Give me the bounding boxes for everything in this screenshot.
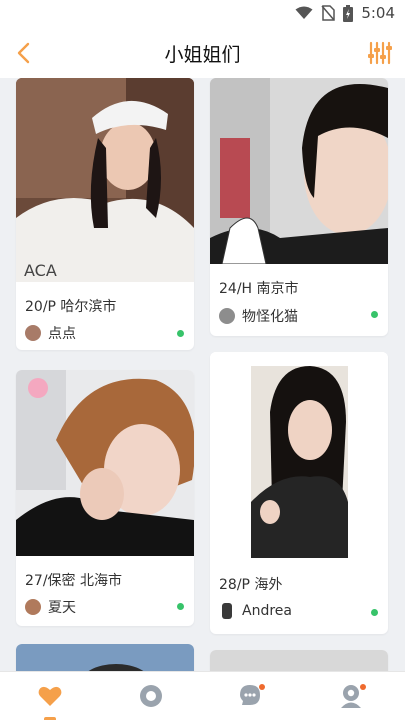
status-time: 5:04 xyxy=(361,4,395,22)
profile-meta: 28/P 海外 xyxy=(219,577,283,593)
svg-text:ACA: ACA xyxy=(24,261,57,280)
profile-photo xyxy=(210,78,388,264)
bottom-tab-bar xyxy=(0,671,405,720)
avatar xyxy=(25,599,41,615)
profile-username: 物怪化猫 xyxy=(242,309,298,325)
status-bar: 5:04 xyxy=(0,0,405,28)
profile-card[interactable]: ACA 20/P 哈尔滨市 点点 xyxy=(16,78,194,350)
profile-meta: 24/H 南京市 xyxy=(219,281,299,297)
profile-username: 点点 xyxy=(48,326,76,342)
profile-photo: ACA xyxy=(16,78,194,282)
heart-icon xyxy=(38,686,62,706)
profile-icon xyxy=(341,684,366,708)
profile-photo xyxy=(16,644,194,672)
profile-card[interactable]: 24/H 南京市 物怪化猫 xyxy=(210,78,388,336)
profile-card[interactable] xyxy=(16,644,194,672)
tab-messages[interactable] xyxy=(232,680,272,712)
notification-badge xyxy=(259,684,265,690)
sliders-icon xyxy=(368,41,392,65)
notification-badge xyxy=(360,684,366,690)
online-status-dot xyxy=(371,311,378,318)
profile-card[interactable] xyxy=(210,650,388,672)
profile-card[interactable]: 28/P 海外 Andrea xyxy=(210,352,388,634)
profile-username: Andrea xyxy=(242,603,292,619)
wifi-icon xyxy=(295,6,313,19)
tab-home[interactable] xyxy=(30,680,70,712)
profile-username: 夏天 xyxy=(48,600,76,616)
profile-meta: 20/P 哈尔滨市 xyxy=(25,299,117,315)
app-header: 小姐姐们 xyxy=(0,28,405,78)
online-status-dot xyxy=(177,603,184,610)
profile-user[interactable]: 夏天 xyxy=(25,597,76,617)
profile-photo xyxy=(16,370,194,556)
status-icons: 5:04 xyxy=(295,4,395,22)
profile-card[interactable]: 27/保密 北海市 夏天 xyxy=(16,370,194,626)
avatar xyxy=(219,308,235,324)
profile-feed[interactable]: ACA 20/P 哈尔滨市 点点 24/H 南京市 物怪化猫 27/保密 北海市… xyxy=(0,78,405,672)
filter-button[interactable] xyxy=(363,36,397,70)
profile-user[interactable]: Andrea xyxy=(219,603,292,619)
no-sim-icon xyxy=(321,5,336,21)
profile-photo xyxy=(210,352,388,558)
avatar xyxy=(25,325,41,341)
profile-user[interactable]: 点点 xyxy=(25,323,76,343)
profile-photo xyxy=(210,650,388,672)
online-status-dot xyxy=(371,609,378,616)
profile-user[interactable]: 物怪化猫 xyxy=(219,306,298,326)
circle-icon xyxy=(140,685,162,707)
online-status-dot xyxy=(177,330,184,337)
tab-discover[interactable] xyxy=(131,680,171,712)
chat-icon xyxy=(240,684,265,705)
avatar xyxy=(222,603,232,619)
profile-meta: 27/保密 北海市 xyxy=(25,573,122,589)
battery-icon xyxy=(343,4,354,22)
page-title: 小姐姐们 xyxy=(164,44,241,66)
tab-profile[interactable] xyxy=(333,680,373,712)
